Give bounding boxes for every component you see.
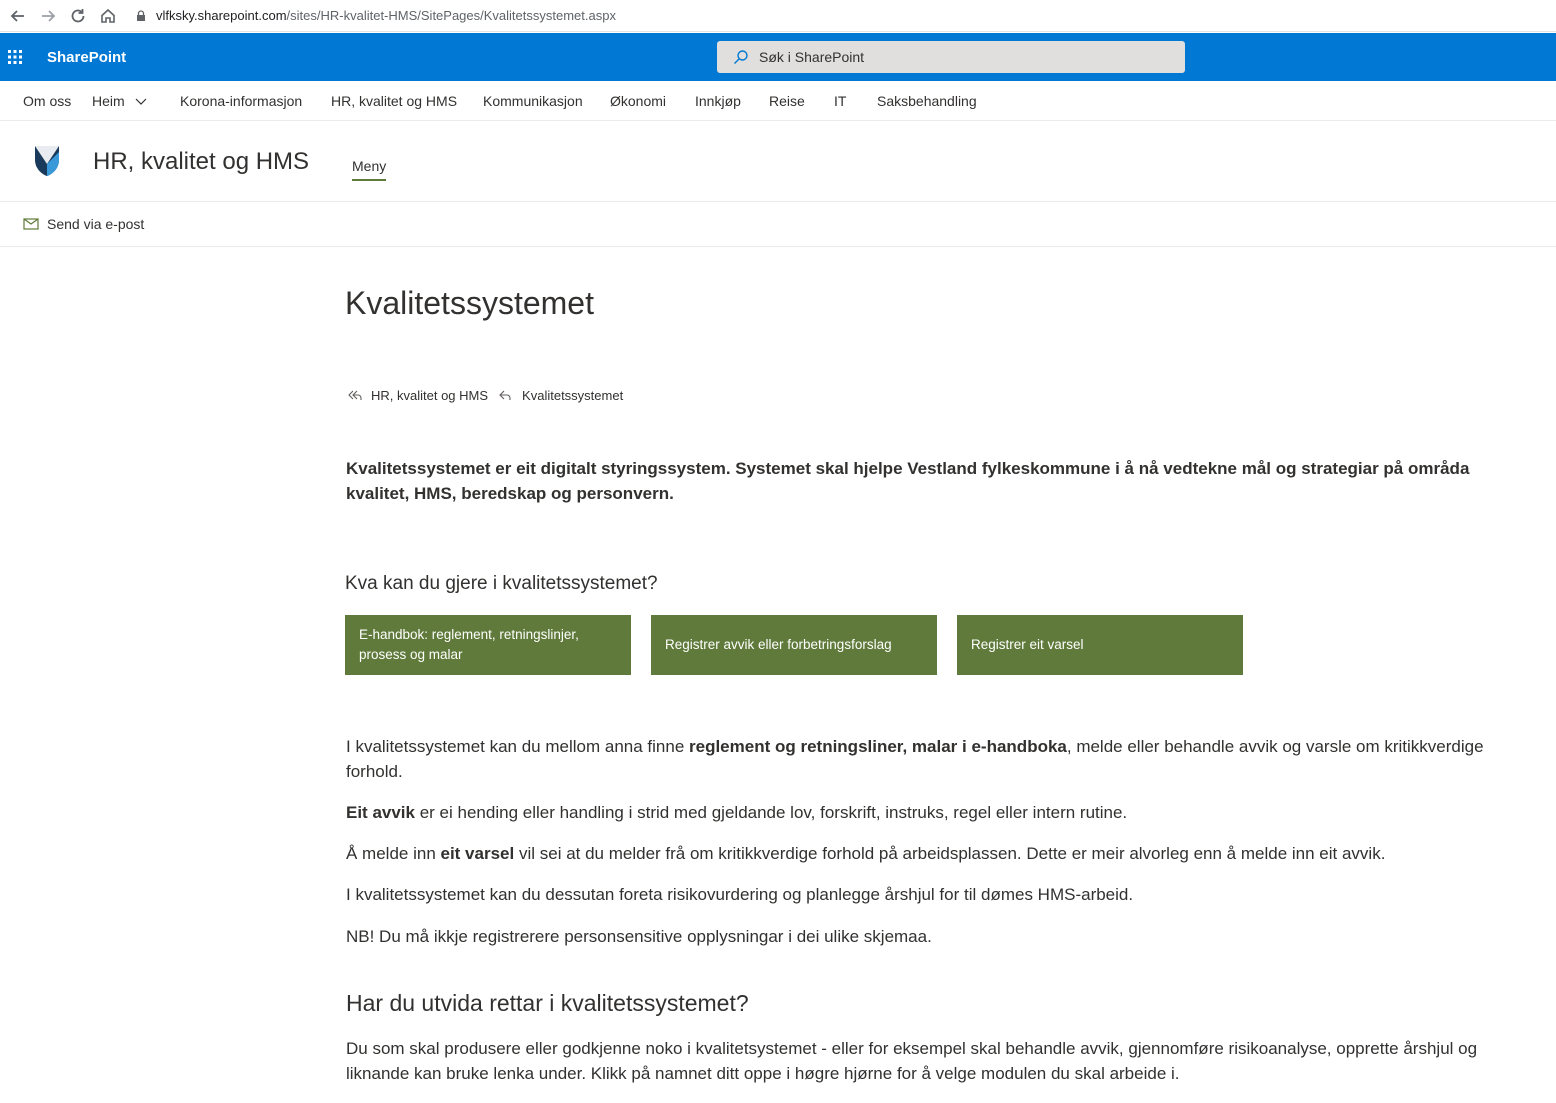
intro-text: Kvalitetssystemet er eit digitalt styrin… (346, 459, 1470, 503)
section-heading-rights: Har du utvida rettar i kvalitetssystemet… (346, 990, 749, 1016)
back-arrow-icon (499, 390, 511, 400)
hub-item-label: Heim (92, 93, 125, 109)
paragraph-risiko: I kvalitetssystemet kan du dessutan fore… (346, 885, 1134, 904)
hub-item-kommunikasjon[interactable]: Kommunikasjon (483, 93, 583, 109)
page-title: Kvalitetssystemet (345, 285, 594, 321)
hub-item-reise[interactable]: Reise (769, 93, 805, 109)
back-icon[interactable] (6, 4, 30, 28)
search-box[interactable] (717, 41, 1185, 73)
command-bar: Send via e-post (0, 202, 1556, 247)
site-header: HR, kvalitet og HMS Meny (0, 121, 1556, 202)
text-span: vil sei at du melder frå om kritikkverdi… (514, 844, 1386, 863)
paragraph-avvik: Eit avvik er ei hending eller handling i… (346, 800, 1541, 825)
paragraph-rights: Du som skal produsere eller godkjenne no… (346, 1039, 1478, 1083)
lock-icon (137, 9, 145, 21)
ehandbok-button[interactable]: E-handbok: reglement, retningslinjer, pr… (345, 615, 631, 675)
url-path: /sites/HR-kvalitet-HMS/SitePages/Kvalite… (286, 8, 616, 23)
paragraph-overview: I kvalitetssystemet kan du mellom anna f… (346, 734, 1541, 784)
paragraph-varsel: Å melde inn eit varsel vil sei at du mel… (346, 841, 1541, 866)
forward-icon[interactable] (36, 4, 60, 28)
site-nav-meny[interactable]: Meny (352, 158, 387, 181)
reload-icon[interactable] (66, 4, 90, 28)
send-email-button[interactable]: Send via e-post (23, 216, 144, 232)
back-to-site-icon (348, 390, 362, 400)
breadcrumb-item-page[interactable]: Kvalitetssystemet (522, 388, 623, 403)
chevron-down-icon (135, 98, 147, 105)
hub-item-it[interactable]: IT (834, 93, 846, 109)
bold-span: Eit avvik (346, 803, 415, 822)
breadcrumb-item-site[interactable]: HR, kvalitet og HMS (371, 388, 488, 403)
search-icon (734, 50, 748, 64)
app-launcher-icon[interactable] (0, 33, 30, 81)
breadcrumb: HR, kvalitet og HMS Kvalitetssystemet (347, 387, 633, 403)
register-deviation-button[interactable]: Registrer avvik eller forbetringsforslag (651, 615, 937, 675)
url-text: vlfksky.sharepoint.com/sites/HR-kvalitet… (156, 8, 616, 23)
bold-span: reglement og retningsliner, malar i e-ha… (689, 737, 1067, 756)
suite-title[interactable]: SharePoint (47, 49, 126, 66)
paragraph-nb: NB! Du må ikkje registrerere personsensi… (346, 927, 932, 946)
hub-item-innkjop[interactable]: Innkjøp (695, 93, 741, 109)
hub-item-saksbehandling[interactable]: Saksbehandling (877, 93, 977, 109)
search-input[interactable] (759, 49, 1139, 65)
hub-item-heim[interactable]: Heim (92, 93, 147, 109)
address-bar[interactable]: vlfksky.sharepoint.com/sites/HR-kvalitet… (134, 3, 616, 29)
hub-item-om-oss[interactable]: Om oss (23, 93, 71, 109)
suite-bar: SharePoint (0, 33, 1556, 81)
site-logo-icon[interactable] (33, 144, 61, 178)
text-span: er ei hending eller handling i strid med… (415, 803, 1128, 822)
browser-toolbar: vlfksky.sharepoint.com/sites/HR-kvalitet… (0, 0, 1556, 32)
hub-item-okonomi[interactable]: Økonomi (610, 93, 666, 109)
register-alert-button[interactable]: Registrer eit varsel (957, 615, 1243, 675)
bold-span: eit varsel (440, 844, 515, 863)
hub-item-hr-kvalitet-hms[interactable]: HR, kvalitet og HMS (331, 93, 457, 109)
home-icon[interactable] (96, 4, 120, 28)
action-buttons: E-handbok: reglement, retningslinjer, pr… (345, 615, 1263, 675)
text-span: I kvalitetssystemet kan du mellom anna f… (346, 737, 689, 756)
text-span: Å melde inn (346, 844, 441, 863)
site-title[interactable]: HR, kvalitet og HMS (93, 148, 309, 176)
send-email-label: Send via e-post (47, 216, 145, 232)
section-heading-actions: Kva kan du gjere i kvalitetssystemet? (345, 573, 658, 594)
mail-icon (23, 218, 39, 230)
url-host: vlfksky.sharepoint.com (156, 8, 287, 23)
hub-item-korona[interactable]: Korona-informasjon (180, 93, 302, 109)
hub-navigation: Om oss Heim Korona-informasjon HR, kvali… (0, 81, 1556, 121)
